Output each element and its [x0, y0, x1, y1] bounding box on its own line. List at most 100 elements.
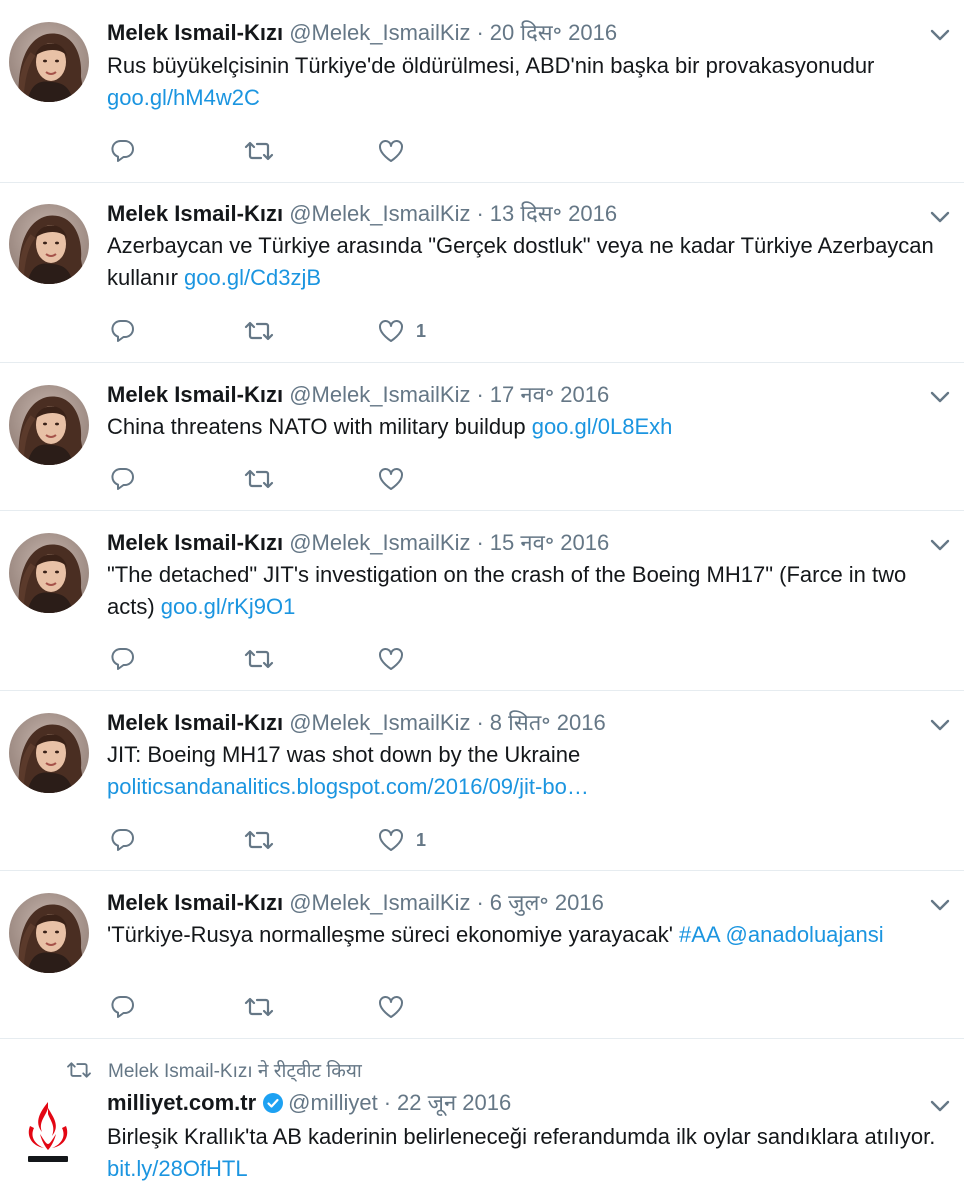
display-name[interactable]: milliyet.com.tr	[107, 1090, 256, 1115]
chevron-down-icon[interactable]	[930, 898, 950, 912]
timestamp[interactable]: 17 नव॰ 2016	[490, 382, 609, 407]
reply-icon	[110, 138, 136, 164]
heart-icon	[378, 647, 404, 671]
tweet-header: Melek Ismail-Kızı @Melek_IsmailKiz · 17 नव…	[107, 381, 609, 409]
avatar[interactable]	[9, 893, 89, 973]
tweet-header: Melek Ismail-Kızı @Melek_IsmailKiz · 13 दि…	[107, 200, 617, 228]
tweet-link[interactable]: politicsandanalitics.blogspot.com/2016/0…	[107, 774, 589, 799]
reply-button[interactable]	[110, 644, 136, 674]
tweet-text: JIT: Boeing MH17 was shot down by the Uk…	[107, 739, 947, 803]
tweet[interactable]: Melek Ismail-Kızı @Melek_IsmailKiz · 8 सित…	[0, 691, 964, 871]
tweet-body: JIT: Boeing MH17 was shot down by the Uk…	[107, 742, 581, 767]
timestamp[interactable]: 20 दिस॰ 2016	[490, 20, 617, 45]
avatar[interactable]	[20, 1098, 76, 1166]
hashtag-link[interactable]: #AA	[679, 922, 719, 947]
chevron-down-icon[interactable]	[930, 1099, 950, 1113]
avatar[interactable]	[9, 385, 89, 465]
tweet-text: Rus büyükelçisinin Türkiye'de öldürülmes…	[107, 50, 947, 114]
tweet-header: milliyet.com.tr @milliyet · 22 जून 2016	[107, 1089, 511, 1117]
retweet-button[interactable]	[244, 992, 274, 1022]
reply-button[interactable]	[110, 136, 136, 166]
tweet[interactable]: Melek Ismail-Kızı @Melek_IsmailKiz · 15 नव…	[0, 511, 964, 691]
tweet[interactable]: Melek Ismail-Kızı @Melek_IsmailKiz · 17 नव…	[0, 363, 964, 511]
tweet[interactable]: Melek Ismail-Kızı @Melek_IsmailKiz · 13 दि…	[0, 183, 964, 363]
retweet-icon	[244, 994, 274, 1020]
reply-button[interactable]	[110, 464, 136, 494]
reply-button[interactable]	[110, 825, 136, 855]
heart-icon	[378, 139, 404, 163]
separator: ·	[476, 201, 484, 226]
retweet-icon	[244, 646, 274, 672]
verified-badge-icon	[263, 1093, 284, 1113]
like-button[interactable]	[378, 136, 416, 166]
separator: ·	[383, 1090, 392, 1115]
tweet-link[interactable]: goo.gl/rKj9O1	[161, 594, 296, 619]
handle[interactable]: @Melek_IsmailKiz	[289, 382, 470, 407]
avatar[interactable]	[9, 713, 89, 793]
avatar[interactable]	[9, 204, 89, 284]
separator: ·	[476, 530, 484, 555]
mention-link[interactable]: @anadoluajansi	[726, 922, 884, 947]
tweet-header: Melek Ismail-Kızı @Melek_IsmailKiz · 8 सित…	[107, 709, 606, 737]
reply-button[interactable]	[110, 992, 136, 1022]
display-name[interactable]: Melek Ismail-Kızı	[107, 710, 283, 735]
tweet-header: Melek Ismail-Kızı @Melek_IsmailKiz · 6 जुल…	[107, 889, 604, 917]
avatar[interactable]	[9, 22, 89, 102]
retweet-icon	[244, 138, 274, 164]
retweet-button[interactable]	[244, 136, 274, 166]
heart-icon	[378, 467, 404, 491]
like-button[interactable]	[378, 992, 416, 1022]
chevron-down-icon[interactable]	[930, 718, 950, 732]
timestamp[interactable]: 15 नव॰ 2016	[490, 530, 609, 555]
separator: ·	[476, 890, 484, 915]
tweet-header: Melek Ismail-Kızı @Melek_IsmailKiz · 20 दि…	[107, 19, 617, 47]
tweet-body: 'Türkiye-Rusya normalleşme süreci ekonom…	[107, 922, 680, 947]
display-name[interactable]: Melek Ismail-Kızı	[107, 20, 283, 45]
retweet-button[interactable]	[244, 644, 274, 674]
handle[interactable]: @Melek_IsmailKiz	[289, 201, 470, 226]
like-button[interactable]	[378, 464, 416, 494]
chevron-down-icon[interactable]	[930, 390, 950, 404]
handle[interactable]: @Melek_IsmailKiz	[289, 20, 470, 45]
timestamp[interactable]: 22 जून 2016	[397, 1090, 511, 1115]
separator: ·	[476, 710, 484, 735]
handle[interactable]: @milliyet	[288, 1090, 378, 1115]
reply-button[interactable]	[110, 316, 136, 346]
tweet-link[interactable]: goo.gl/hM4w2C	[107, 85, 260, 110]
like-count: 1	[416, 829, 427, 850]
handle[interactable]: @Melek_IsmailKiz	[289, 710, 470, 735]
handle[interactable]: @Melek_IsmailKiz	[289, 530, 470, 555]
retweet-button[interactable]	[244, 825, 274, 855]
tweet-header: Melek Ismail-Kızı @Melek_IsmailKiz · 15 नव…	[107, 529, 609, 557]
reply-icon	[110, 318, 136, 344]
handle[interactable]: @Melek_IsmailKiz	[289, 890, 470, 915]
tweet[interactable]: Melek Ismail-Kızı @Melek_IsmailKiz · 20 दि…	[0, 0, 964, 183]
display-name[interactable]: Melek Ismail-Kızı	[107, 382, 283, 407]
retweet-icon	[244, 318, 274, 344]
tweet-link[interactable]: goo.gl/0L8Exh	[532, 414, 673, 439]
avatar[interactable]	[9, 533, 89, 613]
chevron-down-icon[interactable]	[930, 538, 950, 552]
display-name[interactable]: Melek Ismail-Kızı	[107, 890, 283, 915]
tweet[interactable]: Melek Ismail-Kızı @Melek_IsmailKiz · 6 जुल…	[0, 871, 964, 1039]
chevron-down-icon[interactable]	[930, 28, 950, 42]
retweet-button[interactable]	[244, 464, 274, 494]
retweet-icon	[244, 827, 274, 853]
timestamp[interactable]: 13 दिस॰ 2016	[490, 201, 617, 226]
timestamp[interactable]: 6 जुल॰ 2016	[490, 890, 604, 915]
timestamp[interactable]: 8 सित॰ 2016	[490, 710, 606, 735]
reply-icon	[110, 466, 136, 492]
like-button[interactable]: 1	[378, 825, 426, 855]
tweet-text: China threatens NATO with military build…	[107, 411, 947, 443]
retweet-context: Melek Ismail-Kızı ने रीट्वीट किया	[66, 1057, 362, 1083]
tweet-link[interactable]: goo.gl/Cd3zjB	[184, 265, 321, 290]
like-button[interactable]: 1	[378, 316, 426, 346]
like-button[interactable]	[378, 644, 416, 674]
retweet-button[interactable]	[244, 316, 274, 346]
retweet-context-text[interactable]: Melek Ismail-Kızı ने रीट्वीट किया	[108, 1057, 362, 1083]
chevron-down-icon[interactable]	[930, 210, 950, 224]
display-name[interactable]: Melek Ismail-Kızı	[107, 201, 283, 226]
display-name[interactable]: Melek Ismail-Kızı	[107, 530, 283, 555]
like-count: 1	[416, 320, 427, 341]
tweet-link[interactable]: bit.ly/28OfHTL	[107, 1156, 248, 1181]
